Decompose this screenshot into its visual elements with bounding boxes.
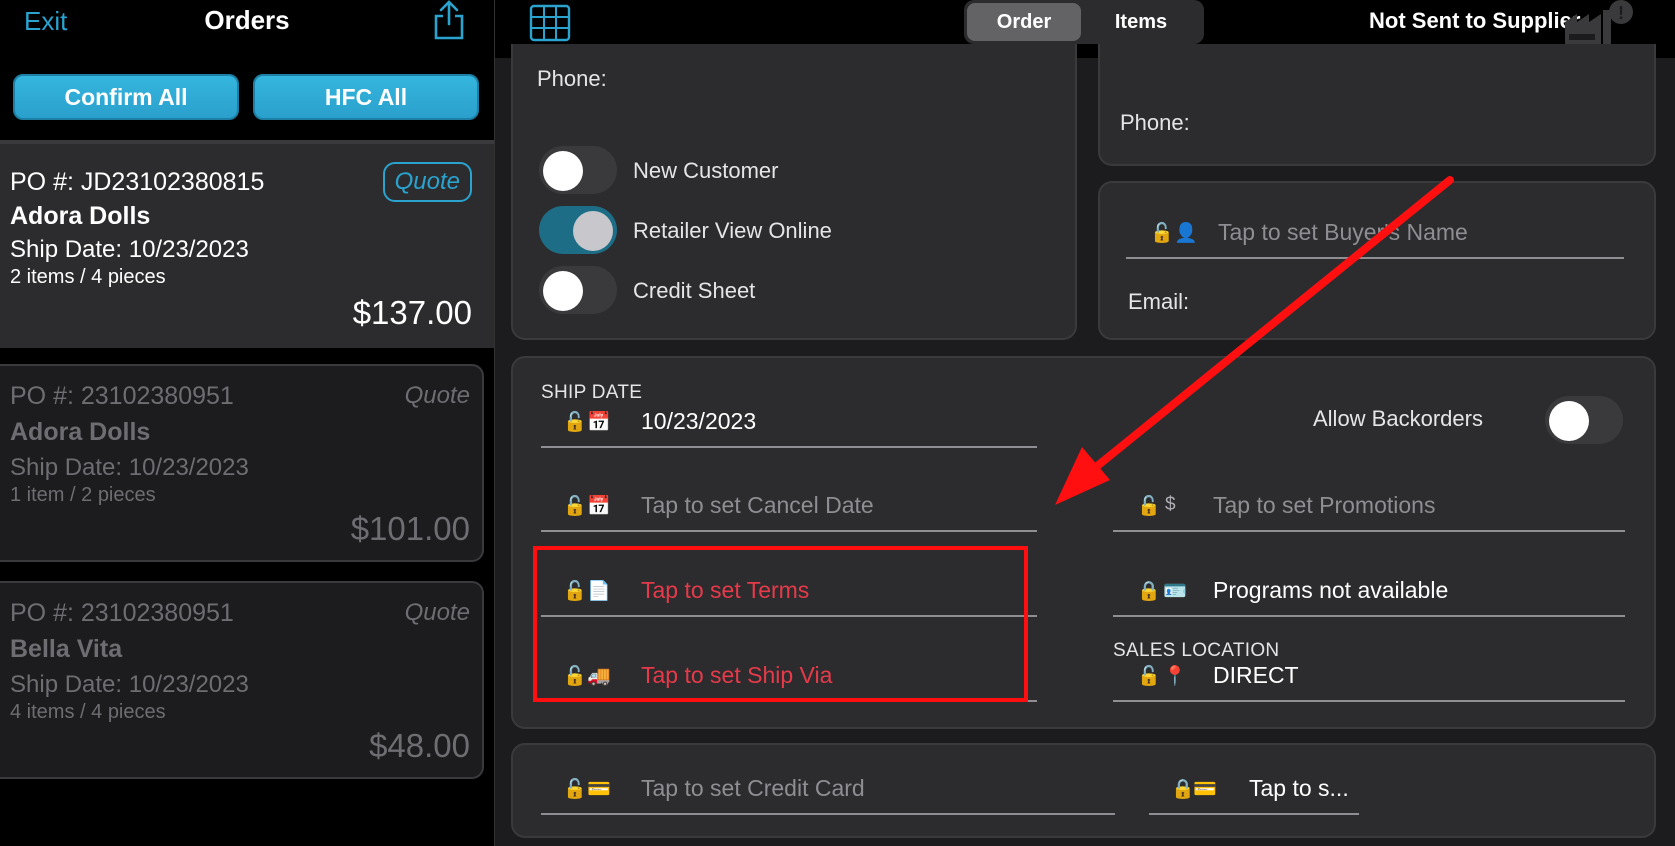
credit-sheet-label: Credit Sheet [633,278,756,303]
sidebar-header: Exit Orders [0,0,494,56]
ship-via-placeholder: Tap to set Ship Via [641,662,833,688]
order-item-count: 1 item / 2 pieces [10,484,156,506]
order-ship-date: Ship Date: 10/23/2023 [10,236,249,263]
order-total: $101.00 [350,510,470,547]
ship-via-field[interactable]: 🔓 🚚 Tap to set Ship Via [541,658,1037,702]
quote-badge: Quote [404,599,470,626]
location-pin-icon: 📍 [1163,666,1187,687]
order-ship-date: Ship Date: 10/23/2023 [10,671,249,698]
customer-panel: Phone: New Customer Retailer View Online… [511,44,1077,340]
lock-open-icon: 🔓 [563,412,587,433]
toggle-knob [1549,401,1589,441]
order-customer-name: Adora Dolls [10,418,151,446]
ship-date-value: 10/23/2023 [641,408,757,434]
ship-date-field[interactable]: 🔓 📅 10/23/2023 [541,404,1037,448]
credit-sheet-toggle[interactable] [539,266,617,314]
factory-alert-icon[interactable]: ! [1563,0,1635,50]
order-card-selected[interactable]: PO #: JD23102380815 Quote Adora Dolls Sh… [0,140,494,348]
credit-card-icon: 💳 [587,779,611,800]
grid-layout-icon[interactable] [529,4,571,42]
allow-backorders-toggle[interactable] [1545,396,1623,444]
new-customer-label: New Customer [633,158,779,183]
toggle-knob [543,151,583,191]
order-item-count: 2 items / 4 pieces [10,266,166,288]
order-total: $137.00 [352,294,472,331]
secondary-card-field[interactable]: 🔒 💳 Tap to s... [1149,771,1359,815]
payment-panel: 🔓 💳 Tap to set Credit Card 🔒 💳 Tap to s.… [511,743,1656,838]
cancel-date-placeholder: Tap to set Cancel Date [641,492,874,518]
lock-open-icon: 🔓 [563,496,587,517]
confirm-all-button[interactable]: Confirm All [13,74,239,120]
lock-open-icon: 🔓 [1137,496,1161,517]
toggle-knob [573,211,613,251]
order-total: $48.00 [369,727,470,764]
orders-sidebar: Exit Orders Confirm All HFC All PO #: JD… [0,0,494,846]
lock-open-icon: 🔓 [1137,666,1161,687]
email-label: Email: [1128,289,1190,314]
supplier-phone-label: Phone: [1120,110,1190,135]
quote-badge: Quote [404,382,470,409]
svg-text:!: ! [1618,3,1624,23]
toggle-knob [543,271,583,311]
order-ship-date: Ship Date: 10/23/2023 [10,454,249,481]
order-detail-area: Order Items Not Sent to Supplier ! Phone… [494,0,1675,846]
supplier-status: Not Sent to Supplier [1369,8,1581,33]
retailer-view-online-label: Retailer View Online [633,218,832,243]
order-item-count: 4 items / 4 pieces [10,701,166,723]
promotions-field[interactable]: 🔓 $ Tap to set Promotions [1113,488,1625,532]
id-card-icon: 🪪 [1163,581,1187,602]
lock-closed-icon: 🔒 [1137,581,1161,602]
share-icon[interactable] [432,0,466,40]
programs-field: 🔒 🪪 Programs not available [1113,573,1625,617]
secondary-card-placeholder: Tap to s... [1249,775,1349,801]
buyer-name-field[interactable]: 🔓 👤 Tap to set Buyer's Name [1126,215,1624,259]
order-details-panel: SHIP DATE 🔓 📅 10/23/2023 Allow Backorder… [511,356,1656,729]
order-po-number: PO #: 23102380951 [10,599,234,627]
lock-open-icon: 🔓 [563,779,587,800]
person-icon: 👤 [1174,223,1198,244]
lock-open-icon: 🔓 [563,666,587,687]
order-po-number: PO #: 23102380951 [10,382,234,410]
promotions-placeholder: Tap to set Promotions [1213,492,1436,518]
new-customer-toggle[interactable] [539,146,617,194]
lock-open-icon: 🔓 [1150,223,1174,244]
buyer-panel: 🔓 👤 Tap to set Buyer's Name Email: [1098,181,1656,340]
credit-card-field[interactable]: 🔓 💳 Tap to set Credit Card [541,771,1115,815]
tab-items[interactable]: Items [1084,3,1198,41]
quote-badge: Quote [382,162,472,202]
customer-phone-label: Phone: [537,66,607,91]
truck-icon: 🚚 [587,666,611,687]
cancel-date-field[interactable]: 🔓 📅 Tap to set Cancel Date [541,488,1037,532]
order-customer-name: Bella Vita [10,635,123,663]
order-customer-name: Adora Dolls [10,202,151,230]
sales-location-value: DIRECT [1213,662,1299,688]
order-items-segmented-control: Order Items [964,0,1204,44]
calendar-icon: 📅 [587,412,611,433]
terms-field[interactable]: 🔓 📄 Tap to set Terms [541,573,1037,617]
credit-card-placeholder: Tap to set Credit Card [641,775,865,801]
order-po-number: PO #: JD23102380815 [10,168,265,196]
credit-card-icon: 💳 [1193,779,1217,800]
dollar-icon: $ [1165,494,1176,515]
order-card[interactable]: PO #: 23102380951 Quote Adora Dolls Ship… [0,364,484,562]
sidebar-title: Orders [204,5,290,35]
document-icon: 📄 [587,581,611,602]
lock-closed-icon: 🔒 [1171,779,1195,800]
tab-order[interactable]: Order [967,3,1081,41]
supplier-contact-panel: Phone: [1098,44,1656,166]
calendar-icon: 📅 [587,496,611,517]
hfc-all-button[interactable]: HFC All [253,74,479,120]
allow-backorders-label: Allow Backorders [1313,406,1483,431]
terms-placeholder: Tap to set Terms [641,577,810,603]
programs-text: Programs not available [1213,577,1449,603]
sales-location-field[interactable]: 🔓 📍 DIRECT [1113,658,1625,702]
retailer-view-online-toggle[interactable] [539,206,617,254]
order-card[interactable]: PO #: 23102380951 Quote Bella Vita Ship … [0,581,484,779]
lock-open-icon: 🔓 [563,581,587,602]
buyer-name-placeholder: Tap to set Buyer's Name [1218,219,1468,245]
ship-date-heading: SHIP DATE [541,382,643,403]
